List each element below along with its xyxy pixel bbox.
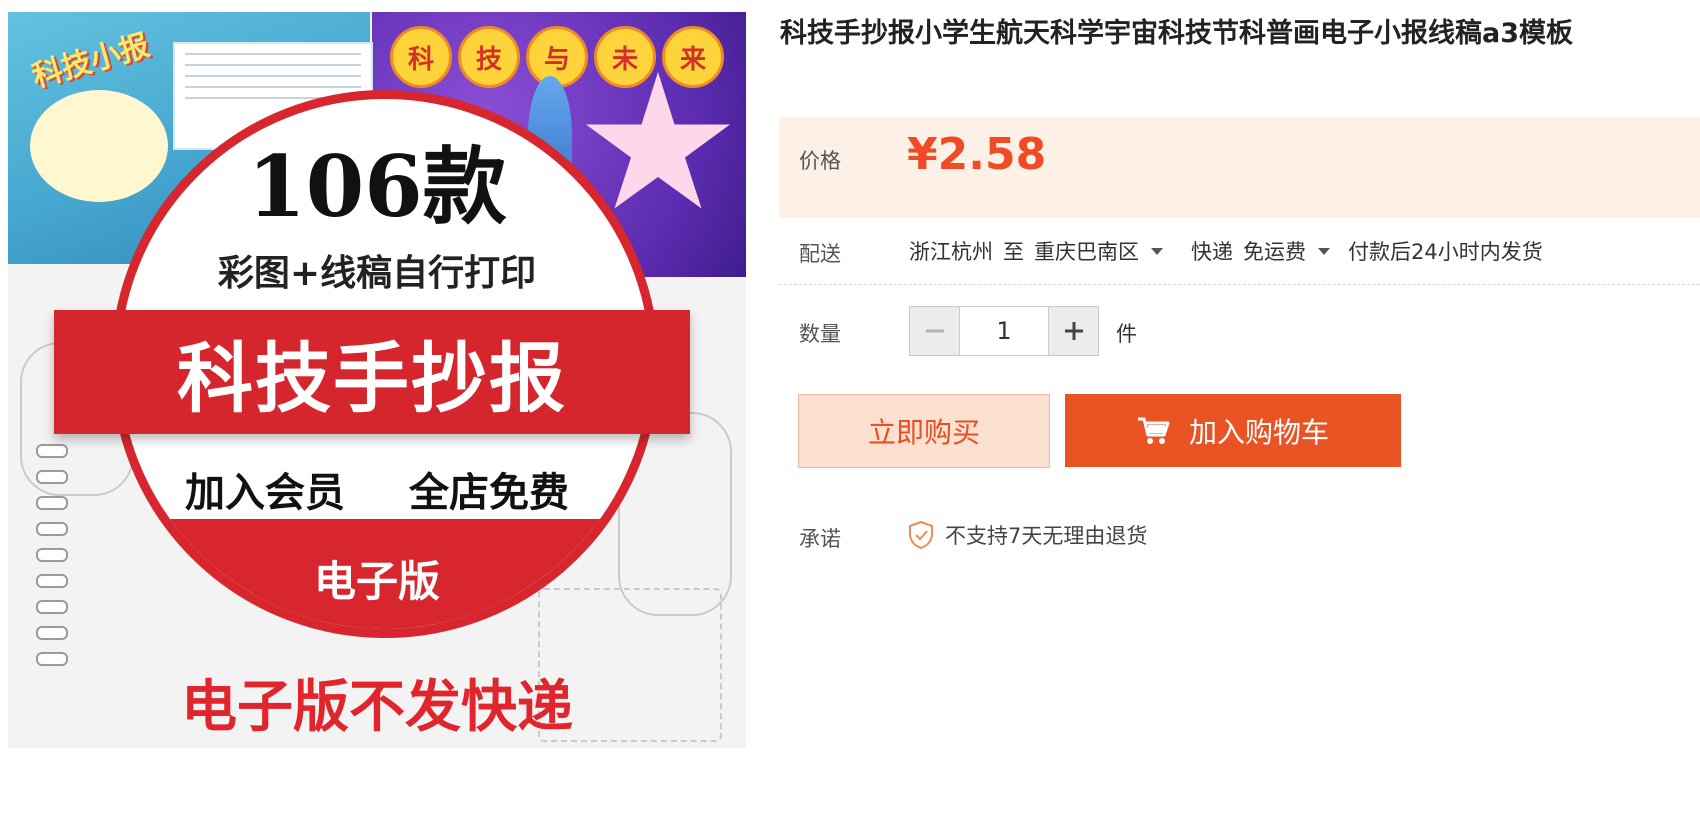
image-badge: 科 xyxy=(390,26,452,88)
add-to-cart-button[interactable]: 加入购物车 xyxy=(1065,394,1401,467)
image-badge: 技 xyxy=(458,26,520,88)
image-notice-text: 电子版不发快递 xyxy=(181,675,573,740)
promise-section: 承诺 不支持7天无理由退货 xyxy=(779,512,1700,562)
price-label: 价格 xyxy=(799,149,841,173)
increase-quantity-button[interactable] xyxy=(1049,307,1098,355)
delivery-fee: 免运费 xyxy=(1243,240,1306,264)
chevron-down-icon xyxy=(1318,247,1330,255)
quantity-label: 数量 xyxy=(799,322,841,346)
delivery-method: 快递 xyxy=(1191,240,1233,264)
shield-check-icon xyxy=(907,520,935,550)
quantity-input[interactable] xyxy=(959,307,1049,355)
add-to-cart-label: 加入购物车 xyxy=(1188,415,1329,449)
image-banner-text: 科技手抄报 xyxy=(177,334,567,423)
currency-symbol: ¥ xyxy=(907,129,938,180)
delivery-content: 浙江杭州 至 重庆巴南区 快递 免运费 付款后24小时内发货 xyxy=(909,236,1543,266)
product-title: 科技手抄报小学生航天科学宇宙科技节科普画电子小报线稿a3模板 xyxy=(780,18,1574,49)
price-section: 价格 ¥2.58 xyxy=(779,117,1700,218)
promise-text: 不支持7天无理由退货 xyxy=(945,524,1148,548)
delivery-method-select[interactable]: 快递 免运费 xyxy=(1191,236,1348,266)
price-amount: 2.58 xyxy=(937,129,1047,180)
quantity-unit: 件 xyxy=(1116,322,1137,346)
buy-now-button[interactable]: 立即购买 xyxy=(798,394,1050,468)
delivery-destination: 重庆巴南区 xyxy=(1034,240,1139,264)
image-subtitle-text: 彩图+线稿自行打印 xyxy=(217,253,537,294)
delivery-section: 配送 浙江杭州 至 重庆巴南区 快递 免运费 付款后24小时内发货 xyxy=(779,222,1700,285)
cart-icon xyxy=(1137,416,1171,446)
quantity-stepper xyxy=(909,306,1099,356)
image-count-text: 106款 xyxy=(247,137,507,236)
delivery-to: 至 xyxy=(1003,240,1024,264)
delivery-destination-select[interactable]: 重庆巴南区 xyxy=(1034,236,1191,266)
promise-content: 不支持7天无理由退货 xyxy=(907,520,1147,550)
promise-label: 承诺 xyxy=(799,527,841,551)
quantity-section: 数量 件 xyxy=(779,300,1700,360)
image-badge: 未 xyxy=(594,26,656,88)
image-badge: 来 xyxy=(662,26,724,88)
delivery-origin: 浙江杭州 xyxy=(909,240,993,264)
product-main-image[interactable]: 科技小报 科 技 与 未 来 106款 彩图+线稿自行打印 科技手抄报 加入会员… xyxy=(8,12,746,748)
image-red-banner: 科技手抄报 xyxy=(54,310,690,434)
chevron-down-icon xyxy=(1151,247,1163,255)
image-promo-text: 加入会员 全店免费 xyxy=(185,470,569,516)
delivery-label: 配送 xyxy=(799,242,841,266)
buy-now-label: 立即购买 xyxy=(867,416,980,449)
plus-icon xyxy=(1064,322,1083,340)
price-value: ¥2.58 xyxy=(907,129,1046,180)
image-edition-text: 电子版 xyxy=(313,557,440,606)
delivery-ship-time: 付款后24小时内发货 xyxy=(1348,240,1543,264)
decrease-quantity-button[interactable] xyxy=(910,307,959,355)
minus-icon xyxy=(925,329,944,333)
